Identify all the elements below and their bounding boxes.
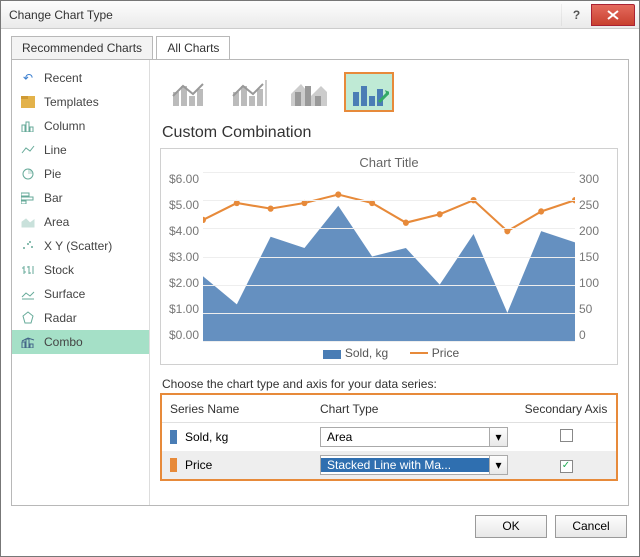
chart-title: Chart Title xyxy=(169,155,609,170)
area-icon xyxy=(20,214,36,230)
tab-recommended[interactable]: Recommended Charts xyxy=(11,36,153,59)
close-icon xyxy=(607,10,619,20)
sidebar-item-label: Recent xyxy=(44,71,82,85)
combo-subtype-custom[interactable] xyxy=(344,72,394,112)
series-row: Price Stacked Line with Ma... ▾ xyxy=(162,451,616,479)
combo-thumb-icon xyxy=(349,76,389,108)
series-swatch xyxy=(170,458,177,472)
sidebar-item-label: Pie xyxy=(44,167,61,181)
sidebar-item-recent[interactable]: ↶ Recent xyxy=(12,66,149,90)
chart-legend: Sold, kg Price xyxy=(169,342,609,360)
sidebar-item-label: Column xyxy=(44,119,85,133)
bar-icon xyxy=(20,190,36,206)
section-title: Custom Combination xyxy=(162,124,618,142)
series-name-cell: Sold, kg xyxy=(162,430,312,444)
sidebar-item-templates[interactable]: Templates xyxy=(12,90,149,114)
sidebar-item-column[interactable]: Column xyxy=(12,114,149,138)
combo-subtype-2[interactable] xyxy=(224,72,274,112)
sidebar-item-bar[interactable]: Bar xyxy=(12,186,149,210)
combo-thumb-icon xyxy=(289,76,329,108)
dialog-footer: OK Cancel xyxy=(11,506,629,546)
sidebar-item-scatter[interactable]: X Y (Scatter) xyxy=(12,234,149,258)
tab-content: ↶ Recent Templates Column Line Pie Bar Ar… xyxy=(11,59,629,506)
sidebar-item-label: Combo xyxy=(44,335,83,349)
series-name-cell: Price xyxy=(162,458,312,472)
tab-all-charts[interactable]: All Charts xyxy=(156,36,230,59)
scatter-icon xyxy=(20,238,36,254)
sidebar-item-label: Stock xyxy=(44,263,74,277)
tabstrip: Recommended Charts All Charts xyxy=(11,35,629,59)
series-row: Sold, kg Area ▾ xyxy=(162,423,616,451)
combo-icon xyxy=(20,334,36,350)
column-icon xyxy=(20,118,36,134)
chart-type-value: Area xyxy=(321,430,489,444)
legend-label-price: Price xyxy=(432,346,459,360)
sidebar-item-label: Bar xyxy=(44,191,63,205)
chart-plot: $6.00$5.00$4.00$3.00$2.00$1.00$0.00 3002… xyxy=(169,172,609,342)
sidebar-item-label: Line xyxy=(44,143,67,157)
legend-swatch-line xyxy=(410,352,428,354)
content-pane: Custom Combination Chart Title $6.00$5.0… xyxy=(150,60,628,505)
sidebar-item-radar[interactable]: Radar xyxy=(12,306,149,330)
titlebar: Change Chart Type ? xyxy=(1,1,639,29)
sidebar-item-label: X Y (Scatter) xyxy=(44,239,112,253)
series-grid-header: Series Name Chart Type Secondary Axis xyxy=(162,395,616,423)
sidebar-item-combo[interactable]: Combo xyxy=(12,330,149,354)
sidebar-item-label: Surface xyxy=(44,287,85,301)
sidebar-item-area[interactable]: Area xyxy=(12,210,149,234)
col-header-name: Series Name xyxy=(162,402,312,416)
secondary-axis-checkbox[interactable] xyxy=(560,460,573,473)
col-header-axis: Secondary Axis xyxy=(516,402,616,416)
combo-subtype-1[interactable] xyxy=(164,72,214,112)
series-swatch xyxy=(170,430,177,444)
combo-thumb-icon xyxy=(169,76,209,108)
combo-thumb-icon xyxy=(229,76,269,108)
window-title: Change Chart Type xyxy=(9,8,561,22)
series-chooser-label: Choose the chart type and axis for your … xyxy=(162,377,618,391)
change-chart-type-dialog: Change Chart Type ? Recommended Charts A… xyxy=(0,0,640,557)
chart-type-dropdown[interactable]: Stacked Line with Ma... ▾ xyxy=(320,455,508,475)
close-button[interactable] xyxy=(591,4,635,26)
chart-preview: Chart Title $6.00$5.00$4.00$3.00$2.00$1.… xyxy=(160,148,618,365)
subtype-thumbnails xyxy=(160,70,618,122)
series-name-label: Price xyxy=(185,458,212,472)
line-icon xyxy=(20,142,36,158)
series-grid: Series Name Chart Type Secondary Axis So… xyxy=(160,393,618,481)
sidebar-item-surface[interactable]: Surface xyxy=(12,282,149,306)
recent-icon: ↶ xyxy=(20,70,36,86)
combo-subtype-3[interactable] xyxy=(284,72,334,112)
window-buttons: ? xyxy=(561,4,635,26)
sidebar-item-pie[interactable]: Pie xyxy=(12,162,149,186)
series-name-label: Sold, kg xyxy=(185,430,228,444)
chevron-down-icon: ▾ xyxy=(489,428,507,446)
sidebar-item-line[interactable]: Line xyxy=(12,138,149,162)
surface-icon xyxy=(20,286,36,302)
help-button[interactable]: ? xyxy=(561,4,591,26)
secondary-axis-checkbox[interactable] xyxy=(560,429,573,442)
y-axis-left: $6.00$5.00$4.00$3.00$2.00$1.00$0.00 xyxy=(169,172,203,342)
stock-icon xyxy=(20,262,36,278)
sidebar-item-label: Templates xyxy=(44,95,99,109)
sidebar-item-label: Area xyxy=(44,215,69,229)
pie-icon xyxy=(20,166,36,182)
chart-category-list: ↶ Recent Templates Column Line Pie Bar Ar… xyxy=(12,60,150,505)
radar-icon xyxy=(20,310,36,326)
legend-label-sold: Sold, kg xyxy=(345,346,388,360)
y-axis-right: 300250200150100500 xyxy=(575,172,609,342)
chevron-down-icon: ▾ xyxy=(489,456,507,474)
sidebar-item-stock[interactable]: Stock xyxy=(12,258,149,282)
templates-icon xyxy=(20,94,36,110)
chart-type-dropdown[interactable]: Area ▾ xyxy=(320,427,508,447)
legend-swatch-area xyxy=(323,350,341,359)
plot-area xyxy=(203,172,575,342)
chart-type-value: Stacked Line with Ma... xyxy=(321,458,489,472)
ok-button[interactable]: OK xyxy=(475,515,547,538)
cancel-button[interactable]: Cancel xyxy=(555,515,627,538)
col-header-type: Chart Type xyxy=(312,402,516,416)
sidebar-item-label: Radar xyxy=(44,311,77,325)
